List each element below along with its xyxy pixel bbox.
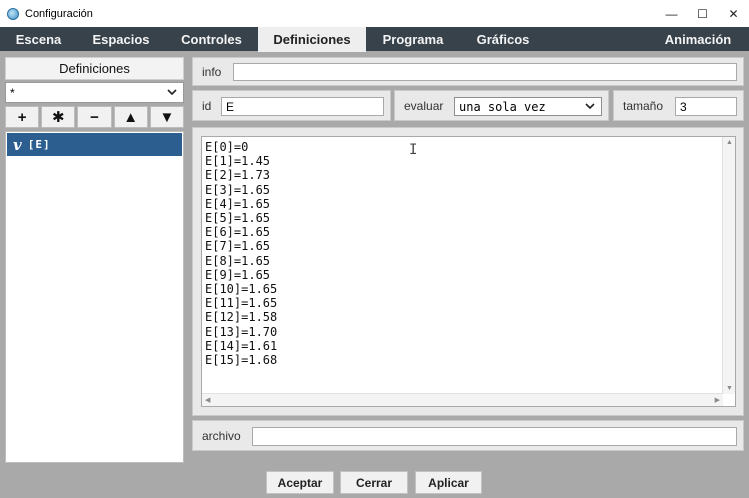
arrow-up-icon: ▲ [123, 108, 139, 126]
definition-toolbar: + ✱ − ▲ ▼ [5, 106, 185, 128]
expression-line: E[5]=1.65 [205, 211, 271, 226]
title-bar: Configuración — ☐ ✕ [0, 0, 749, 27]
expression-line: E[9]=1.65 [205, 267, 271, 282]
tab-controles[interactable]: Controles [165, 27, 258, 51]
app-icon [7, 7, 19, 20]
text-cursor-icon: I [409, 142, 418, 158]
chevron-down-icon [585, 103, 595, 110]
info-input[interactable] [233, 63, 737, 81]
close-icon: ✕ [728, 6, 739, 21]
move-up-button[interactable]: ▲ [113, 106, 148, 128]
expression-line: E[0]=0 [205, 140, 249, 154]
accept-button[interactable]: Aceptar [266, 471, 334, 494]
maximize-button[interactable]: ☐ [687, 0, 718, 27]
asterisk-icon: ✱ [52, 109, 65, 126]
expression-line: E[15]=1.68 [205, 353, 278, 368]
window-title: Configuración [25, 7, 93, 20]
tamano-row: tamaño 3 [613, 90, 744, 121]
expression-line: E[2]=1.73 [205, 168, 271, 183]
list-item-label: [E] [27, 138, 51, 151]
vertical-scrollbar[interactable]: ▲ ▼ [722, 137, 735, 394]
expression-lines: E[0]=0 E[1]=1.45 E[2]=1.73 E[3]=1.65 E[4]=1.… [205, 140, 277, 367]
expression-line: E[10]=1.65 [205, 282, 278, 297]
remove-button[interactable]: − [77, 106, 112, 128]
expression-line: E[11]=1.65 [205, 296, 278, 311]
evaluar-label: evaluar [404, 99, 444, 113]
dialog-buttons: Aceptar Cerrar Aplicar [0, 466, 749, 498]
chevron-down-icon [167, 89, 177, 96]
arrow-down-icon: ▼ [159, 108, 175, 126]
horizontal-scrollbar[interactable]: ◀ ▶ [202, 393, 723, 406]
list-item[interactable]: v [E] [7, 133, 182, 156]
definitions-header: Definiciones [5, 57, 184, 80]
plus-icon: + [17, 108, 27, 126]
expression-line: E[14]=1.61 [205, 338, 278, 353]
add-button[interactable]: + [5, 106, 40, 128]
archivo-row: archivo [192, 420, 744, 451]
evaluar-row: evaluar una sola vez [394, 90, 609, 121]
expression-editor[interactable]: E[0]=0 E[1]=1.45 E[2]=1.73 E[3]=1.65 E[4]=1.… [201, 136, 736, 407]
tamano-input[interactable]: 3 [675, 97, 737, 116]
expression-line: E[8]=1.65 [205, 253, 271, 268]
expression-line: E[1]=1.45 [205, 154, 271, 169]
vector-icon: v [13, 135, 22, 154]
scroll-up-icon: ▲ [726, 139, 733, 146]
definitions-list[interactable]: v [E] [5, 131, 184, 463]
scroll-down-icon: ▼ [726, 385, 733, 392]
expression-line: E[4]=1.65 [205, 196, 271, 211]
apply-button[interactable]: Aplicar [415, 471, 482, 494]
info-row: info [192, 57, 744, 86]
expression-line: E[13]=1.70 [205, 324, 278, 339]
close-button[interactable]: ✕ [718, 0, 749, 27]
tamano-label: tamaño [623, 99, 664, 113]
evaluar-value: una sola vez [459, 99, 546, 114]
expression-line: E[3]=1.65 [205, 182, 271, 197]
tab-graficos[interactable]: Gráficos [460, 27, 546, 51]
scroll-left-icon: ◀ [205, 397, 211, 404]
scroll-right-icon: ▶ [714, 397, 720, 404]
definitions-panel: Definiciones * + ✱ − ▲ ▼ v [E] [5, 57, 185, 463]
archivo-label: archivo [202, 429, 241, 443]
close-dialog-button[interactable]: Cerrar [340, 471, 408, 494]
tab-bar: Escena Espacios Controles Definiciones P… [0, 27, 749, 52]
tab-definiciones[interactable]: Definiciones [258, 27, 366, 52]
evaluar-select[interactable]: una sola vez [454, 97, 602, 116]
id-input[interactable]: E [221, 97, 384, 116]
expression-line: E[7]=1.65 [205, 239, 271, 254]
expression-line: E[12]=1.58 [205, 310, 278, 325]
expression-line: E[6]=1.65 [205, 225, 271, 240]
maximize-icon: ☐ [697, 6, 708, 21]
id-row: id E [192, 90, 391, 121]
minimize-button[interactable]: — [656, 0, 687, 27]
filter-value: * [10, 85, 15, 100]
move-down-button[interactable]: ▼ [149, 106, 185, 128]
info-label: info [202, 65, 222, 79]
expression-panel: E[0]=0 E[1]=1.45 E[2]=1.73 E[3]=1.65 E[4]=1.… [192, 127, 744, 416]
tab-programa[interactable]: Programa [366, 27, 460, 51]
minus-icon: − [90, 108, 99, 126]
minimize-icon: — [665, 6, 678, 21]
tab-espacios[interactable]: Espacios [77, 27, 165, 51]
window-controls: — ☐ ✕ [656, 0, 749, 27]
duplicate-button[interactable]: ✱ [41, 106, 76, 128]
id-label: id [202, 99, 212, 113]
filter-select[interactable]: * [5, 82, 184, 103]
archivo-input[interactable] [252, 427, 737, 446]
tab-animacion[interactable]: Animación [652, 27, 744, 51]
tab-escena[interactable]: Escena [0, 27, 77, 51]
